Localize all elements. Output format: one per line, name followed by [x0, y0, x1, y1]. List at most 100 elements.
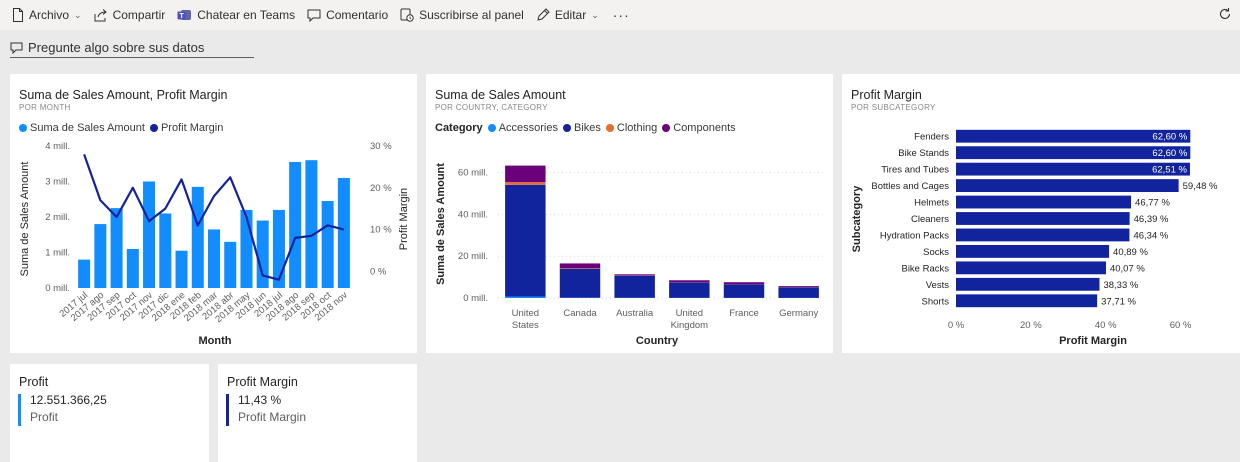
x-tick-label: United: [512, 308, 539, 319]
y-tick-label: Vests: [926, 280, 949, 291]
bar: [224, 241, 237, 288]
x-tick-label: 60 %: [1170, 320, 1192, 331]
share-button-label: Compartir: [112, 8, 166, 22]
combo-chart-tile[interactable]: Suma de Sales Amount, Profit Margin POR …: [10, 74, 417, 353]
stacked-chart-tile[interactable]: Suma de Sales Amount POR COUNTRY, CATEGO…: [426, 74, 833, 353]
bar-segment: [505, 165, 546, 183]
subscribe-button-label: Suscribirse al panel: [419, 8, 524, 22]
bar: [272, 209, 285, 288]
bar-segment: [614, 274, 655, 276]
y2-tick-label: 20 %: [370, 183, 392, 194]
comment-button-label: Comentario: [326, 8, 389, 22]
data-label: 62,60 %: [1152, 132, 1187, 143]
y2-tick-label: 30 %: [370, 141, 392, 152]
command-bar: Archivo ⌄ Compartir T Chatear en Teams C…: [0, 0, 1240, 30]
y-tick-label: 60 mill.: [458, 168, 488, 179]
bar-segment: [778, 287, 819, 298]
y-tick-label: Shorts: [922, 296, 950, 307]
card-value: 11,43 %: [238, 393, 282, 407]
bar: [956, 244, 1110, 258]
data-label: 46,39 %: [1134, 214, 1169, 225]
card-accent-bar: [18, 394, 21, 426]
refresh-icon[interactable]: [1218, 7, 1232, 21]
card-accent-bar: [226, 394, 229, 426]
y-tick-label: Cleaners: [911, 214, 949, 225]
bar: [956, 277, 1100, 291]
qa-placeholder: Pregunte algo sobre sus datos: [28, 40, 205, 55]
hbar-chart-tile[interactable]: Profit Margin POR SUBCATEGORY Fenders 62,…: [842, 74, 1240, 353]
y-tick-label: Helmets: [914, 198, 949, 209]
file-menu-label: Archivo: [29, 8, 70, 22]
pencil-icon: [537, 8, 550, 21]
bar-segment: [505, 182, 546, 185]
subscribe-button[interactable]: Suscribirse al panel: [394, 0, 530, 30]
bar: [956, 179, 1179, 193]
x-tick-label: Australia: [616, 308, 654, 319]
y-tick-label: Socks: [923, 247, 949, 258]
data-label: 37,71 %: [1101, 296, 1136, 307]
y-tick-label: 1 mill.: [45, 248, 70, 259]
teams-chat-button[interactable]: T Chatear en Teams: [171, 0, 301, 30]
comment-icon: [307, 9, 321, 22]
bar: [126, 248, 139, 288]
share-button[interactable]: Compartir: [88, 0, 172, 30]
bar: [305, 160, 318, 288]
subscribe-icon: [400, 8, 414, 22]
y-tick-label: 3 mill.: [45, 177, 70, 188]
y2-tick-label: 0 %: [370, 266, 387, 277]
x-tick-label: Germany: [779, 308, 818, 319]
y-tick-label: Bike Racks: [901, 263, 949, 274]
y-tick-label: Tires and Tubes: [881, 165, 949, 176]
bar-segment: [505, 296, 546, 298]
bar-segment: [778, 286, 819, 288]
y-tick-label: Bike Stands: [898, 148, 949, 159]
data-label: 62,60 %: [1152, 148, 1187, 159]
profit-margin-card-tile[interactable]: Profit Margin 11,43 % Profit Margin: [218, 364, 417, 462]
bar-segment: [669, 280, 710, 283]
file-menu[interactable]: Archivo ⌄: [6, 0, 88, 30]
y-tick-label: 20 mill.: [458, 251, 488, 262]
y-tick-label: 2 mill.: [45, 212, 70, 223]
more-options-button[interactable]: ···: [605, 0, 638, 30]
bar-segment: [723, 284, 765, 298]
edit-menu-label: Editar: [554, 8, 587, 22]
y-tick-label: Fenders: [914, 132, 949, 143]
data-label: 40,07 %: [1110, 263, 1145, 274]
horizontal-bar-chart: Fenders 62,60 % Bike Stands 62,60 % Tires an…: [851, 129, 1218, 347]
bar: [337, 177, 350, 288]
x-tick-label: States: [512, 320, 539, 331]
x-tick-label: 0 %: [948, 320, 965, 331]
bar: [289, 161, 302, 288]
edit-menu[interactable]: Editar ⌄: [530, 0, 605, 30]
x-tick-label: United: [676, 308, 703, 319]
bar: [956, 228, 1130, 242]
teams-chat-label: Chatear en Teams: [197, 8, 296, 22]
stacked-bar-chart: 0 mill.20 mill.40 mill.60 mill.UnitedSta…: [435, 163, 826, 347]
bar: [321, 201, 334, 288]
combo-chart: 0 mill. 1 mill. 2 mill. 3 mill. 4 mill. 0 % 10…: [19, 141, 410, 347]
y-tick-label: 0 mill.: [463, 293, 488, 304]
qa-input[interactable]: Pregunte algo sobre sus datos: [10, 38, 254, 58]
bar: [956, 261, 1106, 275]
y2-tick-label: 10 %: [370, 225, 392, 236]
y-tick-label: Bottles and Cages: [871, 181, 949, 192]
x-tick-label: 20 %: [1020, 320, 1042, 331]
y-axis-title: Suma de Sales Amount: [435, 163, 447, 285]
bar: [956, 212, 1130, 225]
bar: [240, 209, 253, 288]
x-tick-label: 40 %: [1095, 320, 1117, 331]
bar: [110, 208, 123, 288]
bar: [956, 294, 1098, 308]
x-tick-label: Kingdom: [671, 320, 709, 331]
profit-card-tile[interactable]: Profit 12.551.366,25 Profit: [10, 364, 209, 462]
bar-segment: [559, 268, 601, 269]
comment-button[interactable]: Comentario: [301, 0, 394, 30]
bar-segment: [723, 282, 765, 285]
bar: [94, 224, 107, 288]
y-axis-title: Subcategory: [851, 185, 863, 253]
data-label: 40,89 %: [1113, 247, 1148, 258]
x-tick-label: France: [729, 308, 759, 319]
data-label: 62,51 %: [1152, 165, 1187, 176]
y-tick-label: 40 mill.: [458, 209, 488, 220]
bar-segment: [614, 275, 655, 298]
